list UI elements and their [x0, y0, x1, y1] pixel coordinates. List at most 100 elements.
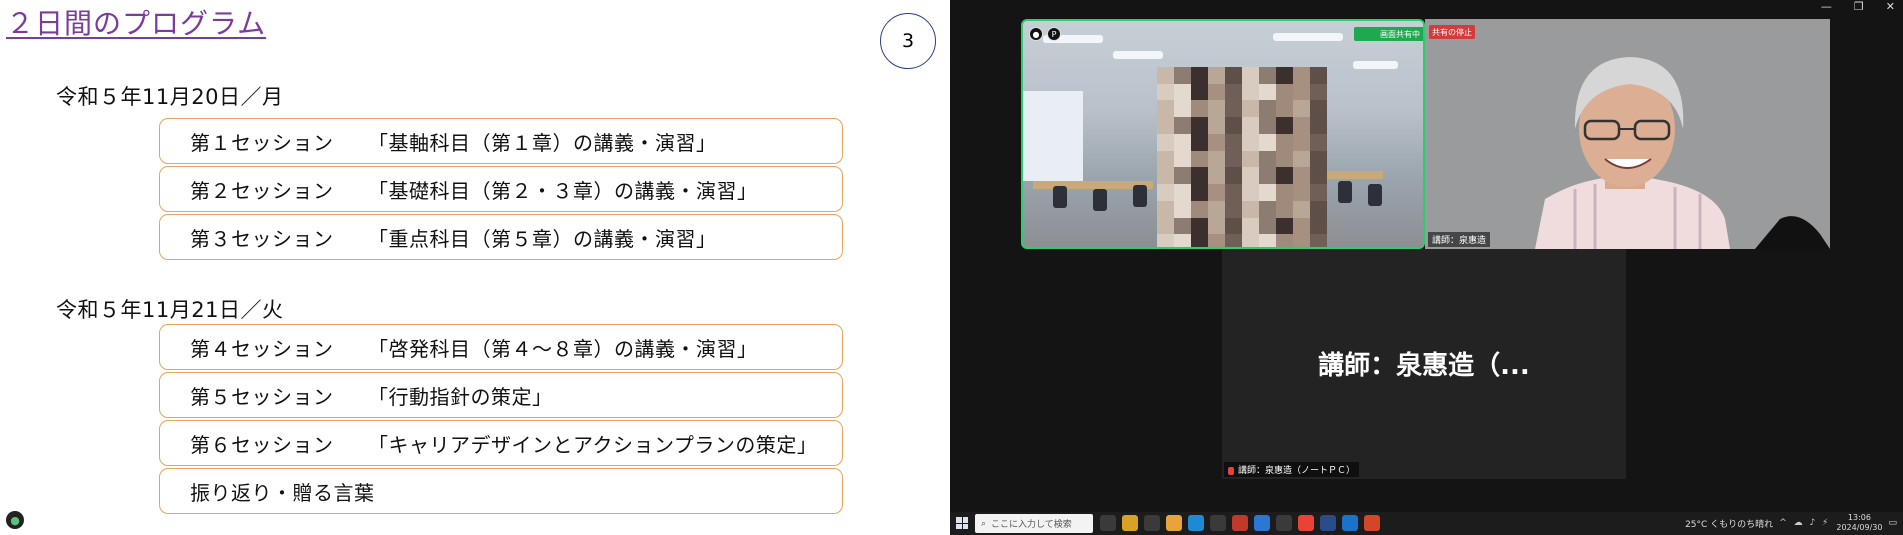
participant-display-name: 講師：泉惠造（...: [1318, 351, 1530, 381]
mosaic-cell: [1276, 184, 1293, 201]
mosaic-cell: [1208, 217, 1225, 235]
mosaic-cell: [1225, 117, 1242, 134]
mosaic-cell: [1208, 133, 1225, 151]
participant-name: 講師：泉惠造: [1428, 232, 1491, 247]
mosaic-cell: [1174, 167, 1191, 185]
stop-sharing-button[interactable]: 共有の停止: [1429, 25, 1475, 39]
mosaic-cell: [1225, 200, 1242, 218]
session-title: 「重点科目（第５章）の講義・演習」: [368, 226, 717, 251]
mosaic-cell: [1242, 200, 1259, 218]
session-label: 第６セッション: [190, 432, 334, 457]
taskbar-app-icon[interactable]: [1100, 515, 1116, 531]
close-icon[interactable]: ✕: [1886, 0, 1895, 13]
ceiling-light: [1273, 33, 1343, 41]
mosaic-cell: [1310, 167, 1327, 185]
clock-date: 2024/09/30: [1836, 523, 1883, 532]
mosaic-cell: [1208, 117, 1225, 134]
mosaic-cell: [1225, 167, 1242, 185]
camera-icon[interactable]: ●: [1029, 27, 1043, 41]
mosaic-cell: [1225, 217, 1242, 235]
lecturer-video: [1425, 19, 1830, 249]
mosaic-cell: [1276, 100, 1293, 118]
mosaic-cell: [1191, 200, 1208, 218]
mosaic-cell: [1242, 184, 1259, 201]
taskbar-app-icon[interactable]: [1188, 515, 1204, 531]
mosaic-cell: [1157, 150, 1174, 168]
mosaic-cell: [1174, 234, 1191, 247]
room-chair: [1093, 189, 1107, 211]
mosaic-cell: [1208, 200, 1225, 218]
mosaic-cell: [1293, 67, 1310, 84]
taskbar-app-icon[interactable]: [1320, 515, 1336, 531]
ceiling-light: [1113, 51, 1163, 59]
mosaic-cell: [1242, 150, 1259, 168]
mosaic-cell: [1276, 234, 1293, 247]
notification-icon[interactable]: ▭: [1888, 518, 1897, 528]
mosaic-cell: [1293, 200, 1310, 218]
mosaic-cell: [1174, 150, 1191, 168]
weather-widget[interactable]: 25°C くもりのち晴れ: [1685, 517, 1773, 530]
taskbar-app-icon[interactable]: [1276, 515, 1292, 531]
mosaic-cell: [1191, 167, 1208, 185]
mosaic-cell: [1225, 184, 1242, 201]
mosaic-cell: [1276, 67, 1293, 84]
taskbar-apps: [1100, 515, 1380, 531]
mosaic-cell: [1293, 117, 1310, 134]
minimize-icon[interactable]: —: [1821, 0, 1832, 13]
mosaic-cell: [1276, 83, 1293, 101]
presenter-icon[interactable]: P: [1047, 27, 1061, 41]
taskbar-app-icon[interactable]: [1254, 515, 1270, 531]
windows-start-icon[interactable]: [956, 517, 968, 529]
mosaic-cell: [1191, 150, 1208, 168]
mosaic-cell: [1259, 217, 1276, 235]
taskbar-search-box[interactable]: ⌕ ここに入力して検索: [975, 514, 1093, 533]
taskbar-app-icon[interactable]: [1298, 515, 1314, 531]
video-tile-camera-off[interactable]: 講師：泉惠造（... 講師：泉惠造（ノートＰＣ）: [1222, 249, 1626, 479]
stop-sharing-label: 共有の停止: [1432, 27, 1472, 37]
participant-name: 講師：泉惠造（ノートＰＣ）: [1238, 466, 1356, 476]
restore-icon[interactable]: ❐: [1854, 0, 1864, 13]
mosaic-cell: [1225, 100, 1242, 118]
session-title: 「キャリアデザインとアクションプランの策定」: [368, 432, 818, 457]
session-box: 振り返り・贈る言葉: [159, 468, 843, 514]
mosaic-cell: [1208, 184, 1225, 201]
mosaic-cell: [1310, 217, 1327, 235]
system-tray: 25°C くもりのち晴れ ^ ☁ ♪ ⚡ 13:06 2024/09/30 ▭: [1685, 513, 1897, 533]
taskbar-app-icon[interactable]: [1364, 515, 1380, 531]
mosaic-cell: [1174, 217, 1191, 235]
mosaic-cell: [1225, 67, 1242, 84]
mosaic-cell: [1157, 167, 1174, 185]
mosaic-cell: [1208, 83, 1225, 101]
session-box: 第３セッション 「重点科目（第５章）の講義・演習」: [159, 214, 843, 260]
recording-indicator-icon[interactable]: ●: [6, 511, 24, 529]
taskbar-app-icon[interactable]: [1210, 515, 1226, 531]
screen-sharing-label: 画面共有中: [1380, 29, 1420, 39]
mosaic-cell: [1191, 133, 1208, 151]
video-tile-room[interactable]: ● P 画面共有中: [1021, 19, 1425, 249]
mosaic-cell: [1259, 167, 1276, 185]
mosaic-cell: [1259, 234, 1276, 247]
mosaic-cell: [1293, 150, 1310, 168]
mosaic-cell: [1310, 83, 1327, 101]
pixelated-face: [1157, 67, 1327, 247]
window-controls: — ❐ ✕: [1821, 0, 1895, 13]
taskbar-app-icon[interactable]: [1232, 515, 1248, 531]
mosaic-cell: [1310, 184, 1327, 201]
mosaic-cell: [1157, 67, 1174, 84]
taskbar-app-icon[interactable]: [1122, 515, 1138, 531]
video-tile-lecturer[interactable]: 共有の停止 講師：泉惠造: [1425, 19, 1830, 249]
mosaic-cell: [1225, 83, 1242, 101]
mosaic-cell: [1310, 150, 1327, 168]
room-chair: [1053, 186, 1067, 208]
session-title: 「行動指針の策定」: [368, 384, 553, 409]
mosaic-cell: [1242, 234, 1259, 247]
clock[interactable]: 13:06 2024/09/30: [1836, 513, 1882, 533]
taskbar-app-icon[interactable]: [1166, 515, 1182, 531]
mosaic-cell: [1276, 133, 1293, 151]
taskbar-app-icon[interactable]: [1342, 515, 1358, 531]
tray-icons[interactable]: ^ ☁ ♪ ⚡: [1779, 518, 1830, 528]
taskbar-app-icon[interactable]: [1144, 515, 1160, 531]
windows-taskbar: ⌕ ここに入力して検索 25°C くもりのち晴れ ^ ☁ ♪ ⚡ 13:06 2…: [950, 512, 1903, 535]
mosaic-cell: [1157, 100, 1174, 118]
mosaic-cell: [1208, 167, 1225, 185]
